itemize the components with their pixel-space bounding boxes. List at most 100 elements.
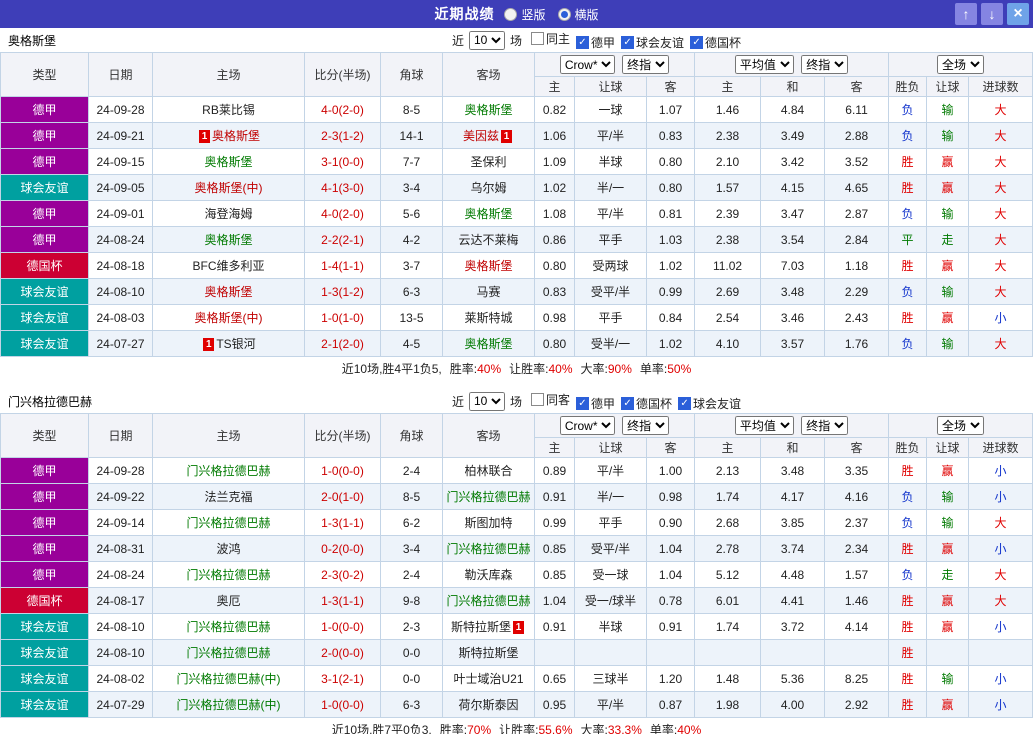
move-up-button[interactable]: ↑ bbox=[955, 3, 977, 25]
corner-count: 4-5 bbox=[381, 331, 443, 357]
home-team: 法兰克福 bbox=[153, 484, 305, 510]
col-odds-away: 客 bbox=[825, 77, 889, 97]
away-win-odds: 6.11 bbox=[825, 97, 889, 123]
draw-odds: 4.00 bbox=[761, 692, 825, 718]
filter-checkbox-球会友谊[interactable]: ✓球会友谊 bbox=[678, 395, 741, 412]
home-team-name: 奥格斯堡 bbox=[204, 285, 252, 299]
filter-checkbox-德甲[interactable]: ✓德甲 bbox=[576, 395, 615, 412]
draw-odds: 3.42 bbox=[761, 149, 825, 175]
ah-away-odds: 0.80 bbox=[647, 175, 695, 201]
layout-horizontal-option[interactable]: 横版 bbox=[558, 6, 599, 23]
match-count-select[interactable]: 10 bbox=[469, 31, 505, 50]
handicap-result: 输 bbox=[927, 97, 969, 123]
filter-checkbox-德国杯[interactable]: ✓德国杯 bbox=[690, 34, 741, 51]
home-team-name: 海登海姆 bbox=[204, 207, 252, 221]
filter-checkbox-同客[interactable]: 同客 bbox=[531, 391, 570, 408]
odds-company-select[interactable]: Crow* bbox=[560, 416, 615, 435]
draw-odds: 3.48 bbox=[761, 458, 825, 484]
checkbox-box[interactable]: ✓ bbox=[678, 397, 691, 410]
league-badge: 德甲 bbox=[1, 227, 89, 253]
ah-home-odds: 0.91 bbox=[535, 614, 575, 640]
move-down-button[interactable]: ↓ bbox=[981, 3, 1003, 25]
horizontal-radio[interactable] bbox=[558, 8, 571, 21]
europe-odds-header: 平均值 终指 bbox=[695, 53, 889, 77]
away-team: 莱斯特城 bbox=[443, 305, 535, 331]
odds-time-select[interactable]: 终指 bbox=[622, 416, 669, 435]
ah-away-odds bbox=[647, 640, 695, 666]
odds-time-select[interactable]: 终指 bbox=[622, 55, 669, 74]
match-score: 1-0(0-0) bbox=[305, 692, 381, 718]
checkbox-box[interactable]: ✓ bbox=[621, 36, 634, 49]
checkbox-box[interactable]: ✓ bbox=[576, 397, 589, 410]
corner-count: 2-3 bbox=[381, 614, 443, 640]
corner-count: 6-3 bbox=[381, 279, 443, 305]
corner-count: 5-6 bbox=[381, 201, 443, 227]
away-team-name: 乌尔姆 bbox=[470, 181, 506, 195]
match-date: 24-08-18 bbox=[89, 253, 153, 279]
home-team-name: 奥格斯堡(中) bbox=[195, 181, 263, 195]
layout-vertical-option[interactable]: 竖版 bbox=[504, 6, 545, 23]
checkbox-box[interactable]: ✓ bbox=[690, 36, 703, 49]
away-team-name: 奥格斯堡 bbox=[464, 259, 512, 273]
ah-away-odds: 1.02 bbox=[647, 331, 695, 357]
away-team-name: 门兴格拉德巴赫 bbox=[446, 594, 530, 608]
layout-radio-group: 竖版 横版 bbox=[504, 6, 598, 23]
titlebar: 近期战绩 竖版 横版 ↑ ↓ × bbox=[0, 0, 1033, 28]
page-title: 近期战绩 bbox=[434, 4, 494, 24]
near-label: 近 bbox=[452, 32, 464, 49]
away-team: 柏林联合 bbox=[443, 458, 535, 484]
away-team-name: 莱斯特城 bbox=[464, 311, 512, 325]
scope-select[interactable]: 全场 bbox=[937, 55, 984, 74]
ah-away-odds: 1.04 bbox=[647, 562, 695, 588]
scope-select[interactable]: 全场 bbox=[937, 416, 984, 435]
odds-company-select[interactable]: Crow* bbox=[560, 55, 615, 74]
away-team-name: 云达不莱梅 bbox=[458, 233, 518, 247]
home-win-odds: 2.69 bbox=[695, 279, 761, 305]
league-badge: 德甲 bbox=[1, 562, 89, 588]
vertical-radio[interactable] bbox=[504, 8, 517, 21]
col-odds-home: 主 bbox=[695, 77, 761, 97]
match-count-select[interactable]: 10 bbox=[469, 392, 505, 411]
filter-checkbox-德国杯[interactable]: ✓德国杯 bbox=[621, 395, 672, 412]
checkbox-box[interactable] bbox=[531, 32, 544, 45]
ah-home-odds: 0.98 bbox=[535, 305, 575, 331]
home-team: 1TS银河 bbox=[153, 331, 305, 357]
home-team: 门兴格拉德巴赫 bbox=[153, 562, 305, 588]
avg-select[interactable]: 平均值 bbox=[735, 55, 794, 74]
ah-away-odds: 0.84 bbox=[647, 305, 695, 331]
match-result: 胜 bbox=[889, 536, 927, 562]
avg-time-select[interactable]: 终指 bbox=[801, 55, 848, 74]
home-team-name: 奥格斯堡 bbox=[212, 129, 260, 143]
away-win-odds: 1.76 bbox=[825, 331, 889, 357]
goals-result: 大 bbox=[969, 149, 1033, 175]
col-handicap-result: 让球 bbox=[927, 438, 969, 458]
ah-away-odds: 1.00 bbox=[647, 458, 695, 484]
checkbox-box[interactable] bbox=[531, 393, 544, 406]
checkbox-box[interactable]: ✓ bbox=[576, 36, 589, 49]
away-team-name: 奥格斯堡 bbox=[464, 207, 512, 221]
ah-home-odds: 1.06 bbox=[535, 123, 575, 149]
home-team-name: 门兴格拉德巴赫 bbox=[186, 464, 270, 478]
match-score: 4-0(2-0) bbox=[305, 201, 381, 227]
filter-checkbox-同主[interactable]: 同主 bbox=[531, 30, 570, 47]
filter-checkbox-球会友谊[interactable]: ✓球会友谊 bbox=[621, 34, 684, 51]
away-win-odds: 1.46 bbox=[825, 588, 889, 614]
draw-odds: 4.84 bbox=[761, 97, 825, 123]
match-result: 胜 bbox=[889, 692, 927, 718]
handicap-result: 赢 bbox=[927, 253, 969, 279]
filter-checkbox-德甲[interactable]: ✓德甲 bbox=[576, 34, 615, 51]
avg-time-select[interactable]: 终指 bbox=[801, 416, 848, 435]
avg-select[interactable]: 平均值 bbox=[735, 416, 794, 435]
home-win-odds: 5.12 bbox=[695, 562, 761, 588]
close-button[interactable]: × bbox=[1007, 3, 1029, 25]
match-row: 德国杯24-08-18BFC维多利亚1-4(1-1)3-7奥格斯堡0.80受两球… bbox=[1, 253, 1033, 279]
checkbox-box[interactable]: ✓ bbox=[621, 397, 634, 410]
match-date: 24-09-21 bbox=[89, 123, 153, 149]
league-badge: 德甲 bbox=[1, 201, 89, 227]
corner-count: 8-5 bbox=[381, 97, 443, 123]
match-score: 4-0(2-0) bbox=[305, 97, 381, 123]
corner-count: 3-4 bbox=[381, 536, 443, 562]
draw-odds: 7.03 bbox=[761, 253, 825, 279]
col-ah-home: 主 bbox=[535, 77, 575, 97]
away-team-name: 马赛 bbox=[476, 285, 500, 299]
